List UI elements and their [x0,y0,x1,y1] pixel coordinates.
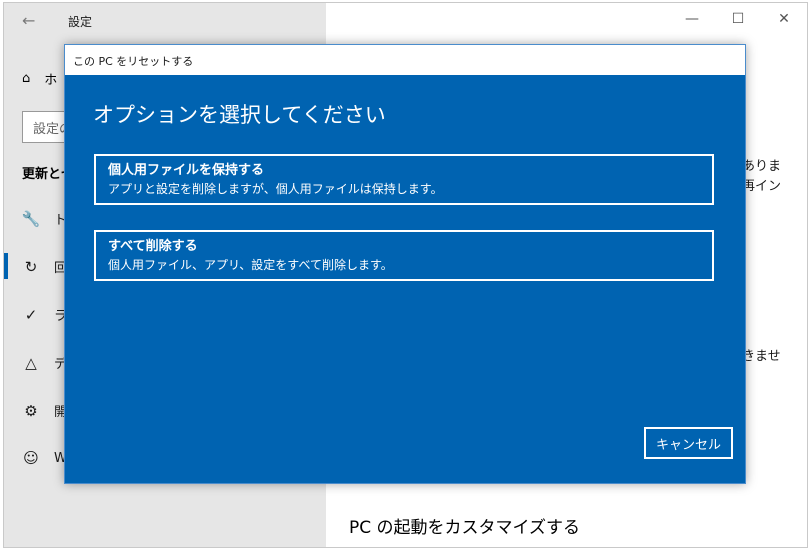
dialog-heading: オプションを選択してください [93,103,386,127]
sidebar-item-troubleshoot[interactable]: 🔧 ト [21,209,67,229]
wrench-icon: 🔧 [21,209,41,228]
back-arrow-icon[interactable]: ← [22,11,42,31]
keep-files-option[interactable]: 個人用ファイルを保持する アプリと設定を削除しますが、個人用ファイルは保持します… [94,154,714,205]
right-pane-text-2: 再イン [742,179,782,194]
sidebar-item-device[interactable]: △ デ [22,353,67,373]
developer-icon: △ [25,353,37,372]
selected-indicator [4,253,8,279]
close-button[interactable]: ✕ [761,3,807,35]
recovery-icon: ↻ [24,257,38,276]
window-controls: — ☐ ✕ [669,3,807,35]
tools-icon: ⚙ [24,401,38,420]
right-pane-text-3: きませ [742,349,781,364]
remove-everything-option[interactable]: すべて削除する 個人用ファイル、アプリ、設定をすべて削除します。 [94,230,714,281]
customize-startup-heading: PC の起動をカスタマイズする [349,518,581,538]
sidebar-item-developer[interactable]: ⚙ 開 [22,401,67,421]
option-title: すべて削除する [108,239,198,254]
sidebar-item-activation[interactable]: ✓ ラ [22,305,67,325]
maximize-button[interactable]: ☐ [715,3,761,35]
minimize-button[interactable]: — [669,3,715,35]
cat-icon: ☺ [23,449,39,467]
reset-pc-dialog: この PC をリセットする オプションを選択してください 個人用ファイルを保持す… [64,44,746,484]
sidebar-item-home[interactable]: ⌂ ホ [22,69,57,88]
window-title: 設定 [68,15,93,29]
option-title: 個人用ファイルを保持する [108,163,265,178]
dialog-title: この PC をリセットする [65,45,745,75]
sidebar-item-insider[interactable]: ☺ W [22,449,67,467]
option-description: 個人用ファイル、アプリ、設定をすべて削除します。 [108,258,393,272]
sidebar-item-recovery[interactable]: ↻ 回 [22,257,67,277]
home-icon: ⌂ [22,71,31,86]
option-description: アプリと設定を削除しますが、個人用ファイルは保持します。 [108,182,443,196]
right-pane-text-1: ありま [742,159,782,174]
home-label: ホ [44,73,58,88]
cancel-button[interactable]: キャンセル [644,427,733,459]
check-circle-icon: ✓ [24,305,38,324]
